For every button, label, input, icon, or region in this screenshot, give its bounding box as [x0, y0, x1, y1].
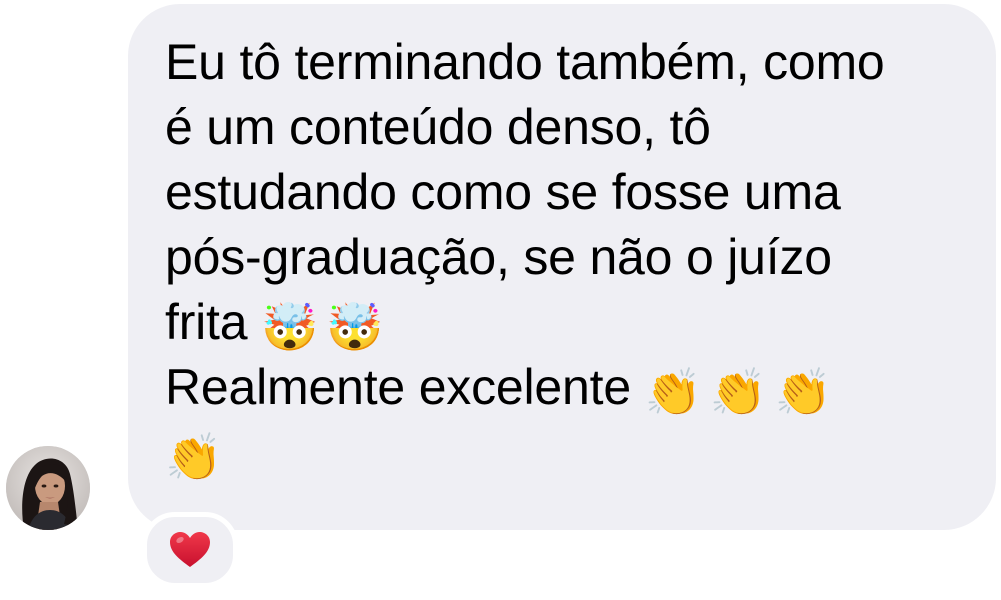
message-line-5-text: frita [165, 294, 248, 350]
clapping-hands-emoji: 👏 [165, 431, 223, 483]
profile-photo-woman-icon [6, 446, 90, 530]
exploding-head-emoji: 🤯 [326, 301, 384, 353]
message-thread: Eu tô terminando também, como é um conte… [0, 0, 1001, 600]
received-message-bubble[interactable]: Eu tô terminando também, como é um conte… [128, 4, 996, 530]
message-reaction[interactable] [142, 512, 238, 588]
message-line-7: 👏 [165, 420, 966, 485]
heart-shape [170, 532, 210, 567]
exploding-head-emoji: 🤯 [261, 301, 319, 353]
message-line-5: frita 🤯 🤯 [165, 290, 966, 355]
message-line-1: Eu tô terminando também, como [165, 34, 885, 90]
clapping-hands-emoji-group-2: 👏 [165, 432, 230, 482]
message-line-6-text: Realmente excelente [165, 359, 631, 415]
exploding-head-emoji-group: 🤯 🤯 [261, 302, 391, 352]
message-line-4: pós-graduação, se não o juízo [165, 229, 832, 285]
message-line-2: é um conteúdo denso, tô [165, 99, 711, 155]
clapping-hands-emoji-group: 👏 👏 👏 [645, 367, 840, 417]
sender-avatar[interactable] [6, 446, 90, 530]
red-heart-icon [166, 526, 214, 574]
clapping-hands-emoji: 👏 [709, 366, 767, 418]
clapping-hands-emoji: 👏 [644, 366, 702, 418]
message-line-6: Realmente excelente 👏 👏 👏 [165, 355, 966, 420]
message-line-3: estudando como se fosse uma [165, 164, 841, 220]
clapping-hands-emoji: 👏 [774, 366, 832, 418]
